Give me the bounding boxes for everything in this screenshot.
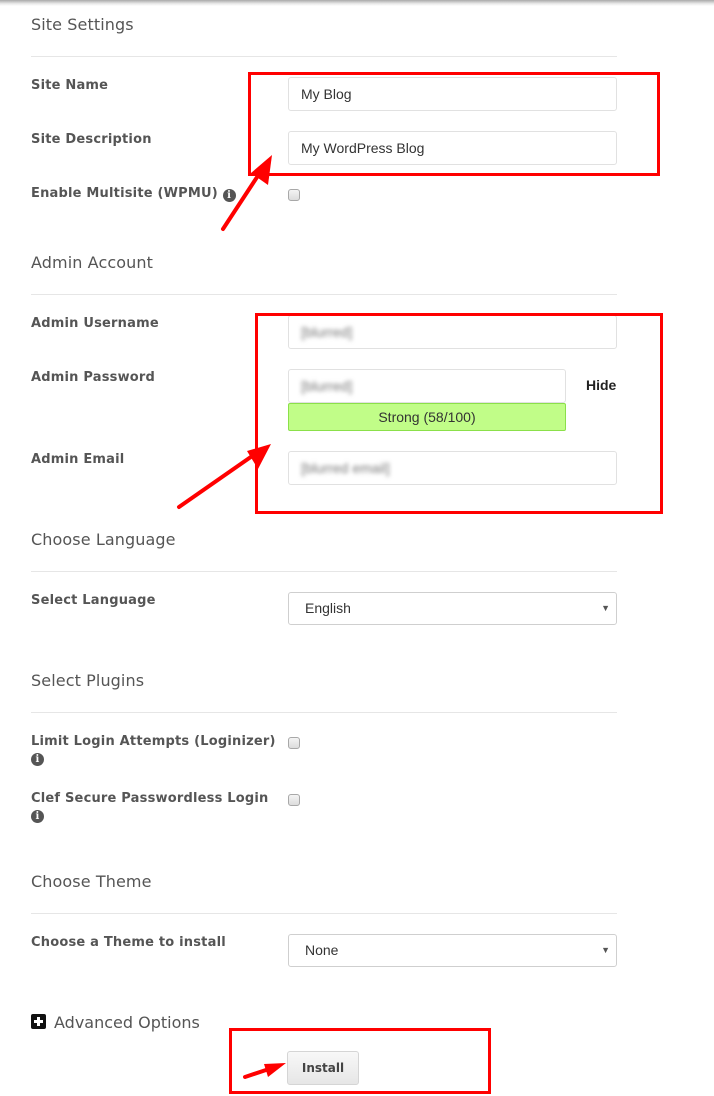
arrow-admin: [177, 450, 260, 509]
site-settings-heading: Site Settings: [31, 15, 134, 34]
admin-email-value: [blurred email]: [301, 460, 390, 476]
plugin-label: Clef Secure Passwordless Login: [31, 791, 269, 806]
info-icon[interactable]: i: [31, 753, 44, 766]
plugin-checkbox-loginizer[interactable]: [288, 737, 300, 749]
site-name-value: My Blog: [301, 86, 352, 102]
divider: [31, 56, 617, 57]
choose-theme-heading: Choose Theme: [31, 872, 152, 891]
install-button[interactable]: Install: [287, 1051, 359, 1085]
site-description-value: My WordPress Blog: [301, 140, 425, 156]
annotation-box-install: [229, 1028, 491, 1094]
admin-password-input[interactable]: [blurred]: [288, 369, 566, 403]
chevron-down-icon: ▼: [601, 945, 610, 955]
plugin-checkbox-clef[interactable]: [288, 794, 300, 806]
multisite-label: Enable Multisite (WPMU) i: [31, 186, 236, 202]
select-plugins-heading: Select Plugins: [31, 671, 145, 690]
site-name-label: Site Name: [31, 78, 109, 93]
admin-password-value: [blurred]: [301, 378, 353, 394]
admin-email-label: Admin Email: [31, 452, 125, 467]
divider: [31, 571, 617, 572]
admin-account-heading: Admin Account: [31, 253, 153, 272]
advanced-options-label: Advanced Options: [54, 1013, 200, 1032]
plugin-item-clef: Clef Secure Passwordless Login i: [31, 791, 268, 823]
choose-language-heading: Choose Language: [31, 530, 176, 549]
site-description-label: Site Description: [31, 132, 152, 147]
divider: [31, 913, 617, 914]
divider: [31, 294, 617, 295]
top-shadow: [0, 0, 714, 6]
theme-selected-value: None: [305, 942, 339, 958]
arrow-head-admin: [247, 444, 271, 469]
plus-square-icon: [31, 1014, 46, 1029]
divider: [31, 712, 617, 713]
admin-email-input[interactable]: [blurred email]: [288, 451, 617, 485]
choose-theme-label: Choose a Theme to install: [31, 935, 226, 950]
arrow-install: [243, 1066, 274, 1079]
site-name-input[interactable]: My Blog: [288, 77, 617, 111]
admin-username-label: Admin Username: [31, 316, 159, 331]
password-strength-meter: Strong (58/100): [288, 403, 566, 431]
admin-username-input[interactable]: [blurred]: [288, 315, 617, 349]
arrow-head-site: [251, 155, 272, 185]
plugin-item-loginizer: Limit Login Attempts (Loginizer) i: [31, 734, 276, 766]
language-select[interactable]: English ▼: [288, 592, 617, 625]
info-icon[interactable]: i: [31, 810, 44, 823]
admin-password-label: Admin Password: [31, 370, 156, 385]
site-description-input[interactable]: My WordPress Blog: [288, 131, 617, 165]
admin-username-value: [blurred]: [301, 324, 353, 340]
arrow-head-install: [264, 1063, 286, 1077]
hide-password-link[interactable]: Hide: [586, 377, 616, 393]
select-language-label: Select Language: [31, 593, 156, 608]
info-icon[interactable]: i: [222, 189, 236, 202]
multisite-checkbox[interactable]: [288, 189, 300, 201]
theme-select[interactable]: None ▼: [288, 934, 617, 967]
chevron-down-icon: ▼: [601, 603, 610, 613]
plugin-label: Limit Login Attempts (Loginizer): [31, 734, 276, 749]
multisite-label-text: Enable Multisite (WPMU): [31, 186, 218, 201]
advanced-options-toggle[interactable]: Advanced Options: [31, 1013, 200, 1032]
language-selected-value: English: [305, 600, 351, 616]
